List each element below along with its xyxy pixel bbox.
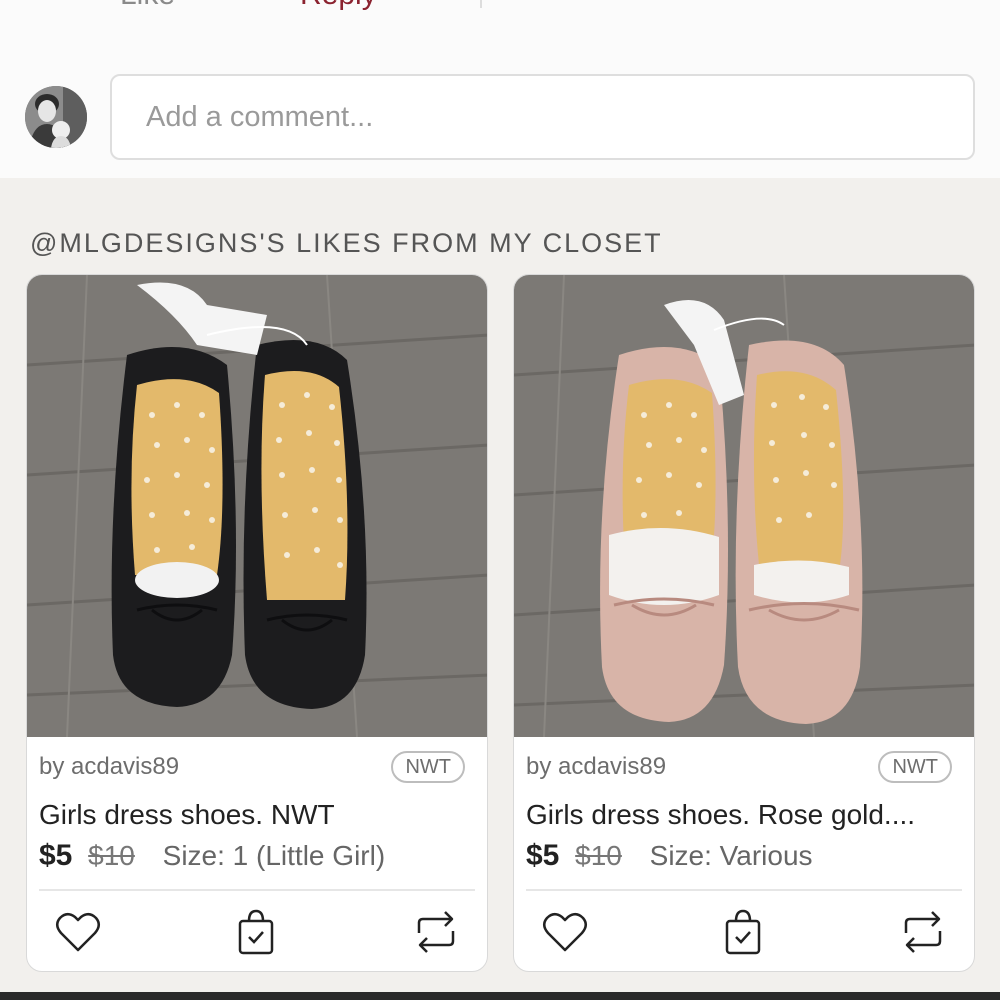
price-row: $5 $10 Size: Various <box>526 839 813 873</box>
shopping-bag-icon <box>238 909 274 955</box>
comment-input[interactable] <box>110 74 975 160</box>
comment-actions: Like Reply <box>0 0 1000 11</box>
bottom-bar <box>0 992 1000 1000</box>
share-arrows-icon <box>904 911 942 953</box>
rose-gold-ballet-flats-image <box>514 275 974 737</box>
listing-image[interactable] <box>514 275 974 737</box>
card-divider <box>526 889 962 891</box>
listing-price: $5 <box>39 839 73 872</box>
listing-card[interactable]: by acdavis89 NWT Girls dress shoes. Rose… <box>513 274 975 972</box>
like-comment-link[interactable]: Like <box>120 0 175 12</box>
heart-icon <box>543 913 587 952</box>
reply-link[interactable]: Reply <box>300 0 377 12</box>
listing-image[interactable] <box>27 275 487 737</box>
heart-icon <box>56 913 100 952</box>
listing-size: Size: 1 (Little Girl) <box>162 840 386 871</box>
comment-area: Like Reply <box>0 0 1000 178</box>
listing-size: Size: Various <box>649 840 813 871</box>
like-button[interactable] <box>540 907 590 957</box>
avatar-photo-icon <box>25 86 87 148</box>
listing-title[interactable]: Girls dress shoes. NWT <box>39 799 479 831</box>
original-price: $10 <box>575 840 622 871</box>
nwt-badge: NWT <box>878 751 952 783</box>
seller-name[interactable]: by acdavis89 <box>39 753 179 781</box>
listing-price: $5 <box>526 839 560 872</box>
seller-name[interactable]: by acdavis89 <box>526 753 666 781</box>
action-divider <box>480 0 482 8</box>
listing-title[interactable]: Girls dress shoes. Rose gold.... <box>526 799 966 831</box>
buy-button[interactable] <box>231 907 281 957</box>
original-price: $10 <box>88 840 135 871</box>
share-button[interactable] <box>411 907 461 957</box>
buy-button[interactable] <box>718 907 768 957</box>
like-button[interactable] <box>53 907 103 957</box>
share-button[interactable] <box>898 907 948 957</box>
price-row: $5 $10 Size: 1 (Little Girl) <box>39 839 385 873</box>
avatar[interactable] <box>25 86 87 148</box>
closet-likes-section: @MLGDESIGNS'S LIKES FROM MY CLOSET by ac… <box>0 178 1000 992</box>
nwt-badge: NWT <box>391 751 465 783</box>
shopping-bag-icon <box>725 909 761 955</box>
listing-card[interactable]: by acdavis89 NWT Girls dress shoes. NWT … <box>26 274 488 972</box>
black-ballet-flats-image <box>27 275 487 737</box>
share-arrows-icon <box>417 911 455 953</box>
section-heading: @MLGDESIGNS'S LIKES FROM MY CLOSET <box>30 228 663 258</box>
card-divider <box>39 889 475 891</box>
